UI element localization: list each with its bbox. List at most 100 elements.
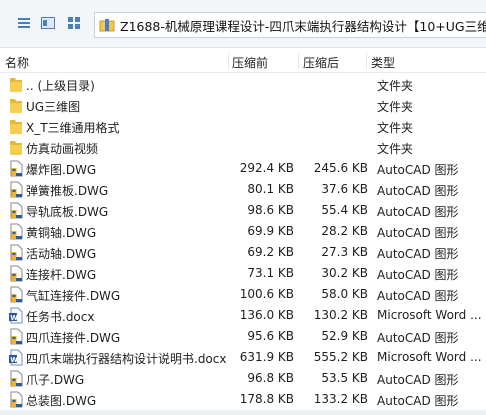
grid-view-icon[interactable]	[64, 13, 84, 33]
dwg-file-icon	[8, 370, 24, 387]
file-name: X_T三维通用格式	[26, 121, 120, 135]
file-size: 96.8 KB	[247, 371, 294, 385]
file-size: 100.6 KB	[239, 287, 294, 301]
address-bar[interactable]: Z1688-机械原理课程设计-四爪末端执行器结构设计【10+UG三维】5	[94, 12, 486, 38]
file-type: 文件夹	[377, 142, 414, 156]
file-size: 69.9 KB	[247, 224, 294, 238]
file-packed: 37.6 KB	[321, 182, 368, 196]
file-packed: 58.0 KB	[321, 287, 368, 301]
horizontal-scrollbar[interactable]	[0, 410, 486, 415]
file-name: 总装图.DWG	[26, 394, 97, 408]
file-packed: 28.2 KB	[321, 224, 368, 238]
svg-text:W: W	[10, 314, 18, 322]
table-row[interactable]: 仿真动画视频 文件夹	[0, 137, 486, 158]
dwg-file-icon	[8, 160, 24, 177]
dwg-file-icon	[8, 181, 24, 198]
column-separator	[366, 53, 367, 69]
dwg-file-icon	[8, 328, 24, 345]
file-type: AutoCAD 图形	[377, 226, 459, 240]
column-type[interactable]: 类型	[371, 54, 395, 71]
file-name: 活动轴.DWG	[26, 247, 97, 261]
word-file-icon: W	[8, 349, 24, 366]
file-name: 导轨底板.DWG	[26, 205, 109, 219]
file-name: 爪子.DWG	[26, 373, 85, 387]
file-name: 四爪连接件.DWG	[26, 331, 121, 345]
file-name: 爆炸图.DWG	[26, 163, 97, 177]
file-type: 文件夹	[377, 100, 414, 114]
dwg-file-icon	[8, 391, 24, 408]
column-separator	[228, 53, 229, 69]
file-packed: 55.4 KB	[321, 203, 368, 217]
table-row[interactable]: 活动轴.DWG 69.2 KB 27.3 KB AutoCAD 图形	[0, 242, 486, 263]
file-size: 631.9 KB	[239, 350, 294, 364]
toolbar: Z1688-机械原理课程设计-四爪末端执行器结构设计【10+UG三维】5	[0, 0, 486, 48]
table-row[interactable]: 四爪连接件.DWG 95.6 KB 52.9 KB AutoCAD 图形	[0, 326, 486, 347]
file-list: .. (上级目录) 文件夹 UG三维图 文件夹 X_T三维通用格式 文件夹 仿真动画视…	[0, 74, 486, 410]
table-row[interactable]: 总装图.DWG 178.8 KB 133.2 KB AutoCAD 图形	[0, 389, 486, 410]
file-name: 仿真动画视频	[26, 142, 99, 156]
file-size: 95.6 KB	[247, 329, 294, 343]
file-type: AutoCAD 图形	[377, 373, 459, 387]
file-packed: 130.2 KB	[313, 308, 368, 322]
column-packed[interactable]: 压缩后	[303, 54, 339, 71]
file-packed: 133.2 KB	[313, 392, 368, 406]
file-type: AutoCAD 图形	[377, 289, 459, 303]
file-name: UG三维图	[26, 100, 81, 114]
file-packed: 555.2 KB	[313, 350, 368, 364]
dwg-file-icon	[8, 244, 24, 261]
file-name: .. (上级目录)	[26, 79, 95, 93]
file-type: 文件夹	[377, 121, 414, 135]
column-compressed[interactable]: 压缩前	[232, 54, 268, 71]
file-packed: 52.9 KB	[321, 329, 368, 343]
file-name: 气缸连接件.DWG	[26, 289, 121, 303]
file-type: Microsoft Word ...	[377, 308, 482, 322]
column-header: 名称 压缩前 压缩后 类型	[0, 50, 486, 73]
list-view-icon[interactable]	[14, 13, 34, 33]
file-name: 连接杆.DWG	[26, 268, 97, 282]
folder-up-icon	[8, 76, 24, 93]
folder-icon	[8, 139, 24, 156]
word-file-icon: W	[8, 307, 24, 324]
svg-text:W: W	[10, 356, 18, 364]
table-row[interactable]: 爪子.DWG 96.8 KB 53.5 KB AutoCAD 图形	[0, 368, 486, 389]
table-row[interactable]: 气缸连接件.DWG 100.6 KB 58.0 KB AutoCAD 图形	[0, 284, 486, 305]
address-path: Z1688-机械原理课程设计-四爪末端执行器结构设计【10+UG三维】5	[120, 18, 486, 34]
file-packed: 30.2 KB	[321, 266, 368, 280]
file-size: 178.8 KB	[239, 392, 294, 406]
dwg-file-icon	[8, 265, 24, 282]
table-row[interactable]: W 四爪末端执行器结构设计说明书.docx 631.9 KB 555.2 KB Micr…	[0, 347, 486, 368]
column-name[interactable]: 名称	[5, 54, 29, 71]
dwg-file-icon	[8, 223, 24, 240]
table-row[interactable]: 导轨底板.DWG 98.6 KB 55.4 KB AutoCAD 图形	[0, 200, 486, 221]
file-type: AutoCAD 图形	[377, 247, 459, 261]
table-row[interactable]: 爆炸图.DWG 292.4 KB 245.6 KB AutoCAD 图形	[0, 158, 486, 179]
table-row[interactable]: 黄铜轴.DWG 69.9 KB 28.2 KB AutoCAD 图形	[0, 221, 486, 242]
file-type: AutoCAD 图形	[377, 394, 459, 408]
table-row[interactable]: .. (上级目录) 文件夹	[0, 74, 486, 95]
file-size: 73.1 KB	[247, 266, 294, 280]
file-name: 四爪末端执行器结构设计说明书.docx	[26, 352, 227, 366]
table-row[interactable]: 弹簧推板.DWG 80.1 KB 37.6 KB AutoCAD 图形	[0, 179, 486, 200]
archive-icon	[99, 19, 115, 32]
folder-icon	[8, 97, 24, 114]
file-size: 136.0 KB	[239, 308, 294, 322]
file-type: Microsoft Word ...	[377, 350, 482, 364]
file-size: 292.4 KB	[239, 161, 294, 175]
table-row[interactable]: W 任务书.docx 136.0 KB 130.2 KB Microsoft Word …	[0, 305, 486, 326]
folder-icon	[8, 118, 24, 135]
file-type: AutoCAD 图形	[377, 205, 459, 219]
column-separator	[298, 53, 299, 69]
file-packed: 245.6 KB	[313, 161, 368, 175]
file-type: AutoCAD 图形	[377, 184, 459, 198]
file-type: 文件夹	[377, 79, 414, 93]
file-type: AutoCAD 图形	[377, 331, 459, 345]
details-view-icon[interactable]	[38, 13, 58, 33]
table-row[interactable]: 连接杆.DWG 73.1 KB 30.2 KB AutoCAD 图形	[0, 263, 486, 284]
file-size: 69.2 KB	[247, 245, 294, 259]
table-row[interactable]: UG三维图 文件夹	[0, 95, 486, 116]
file-packed: 27.3 KB	[321, 245, 368, 259]
file-size: 80.1 KB	[247, 182, 294, 196]
file-name: 任务书.docx	[26, 310, 95, 324]
table-row[interactable]: X_T三维通用格式 文件夹	[0, 116, 486, 137]
file-name: 黄铜轴.DWG	[26, 226, 97, 240]
